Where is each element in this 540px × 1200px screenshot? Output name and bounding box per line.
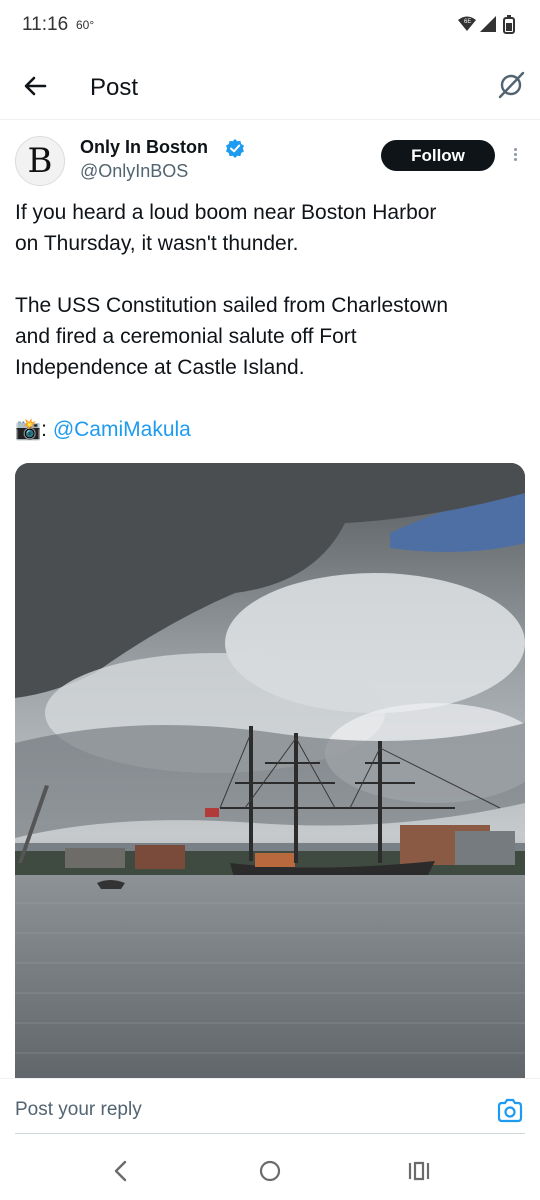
post-photo[interactable] [15, 463, 525, 1083]
reply-divider [15, 1133, 525, 1134]
camera-icon[interactable] [496, 1097, 524, 1125]
post-line: and fired a ceremonial salute off Fort [15, 325, 357, 348]
status-bar: 11:16 60° 6E [0, 0, 540, 50]
photo-credit: 📸: @CamiMakula [15, 414, 525, 445]
top-app-bar: Post [0, 58, 540, 120]
post-line: on Thursday, it wasn't thunder. [15, 232, 299, 255]
photo-image [15, 463, 525, 1083]
chevron-left-icon[interactable] [106, 1156, 136, 1186]
battery-icon [503, 15, 515, 34]
signal-icon [480, 16, 496, 32]
verified-badge-icon [226, 139, 244, 158]
more-options-icon[interactable] [508, 146, 522, 168]
avatar-logo: B [27, 141, 53, 181]
arrow-left-icon[interactable] [18, 68, 54, 104]
avatar[interactable]: B [15, 136, 65, 186]
system-nav-bar [0, 1140, 540, 1200]
wifi-icon: 6E [458, 16, 476, 31]
author-name[interactable]: Only In Boston [80, 137, 208, 158]
camera-flash-emoji: 📸 [15, 418, 42, 441]
credit-mention-link[interactable]: @CamiMakula [53, 418, 191, 441]
status-temperature: 60° [76, 18, 95, 32]
post-line: If you heard a loud boom near Boston Har… [15, 201, 437, 224]
follow-button[interactable]: Follow [381, 140, 495, 171]
post-text: If you heard a loud boom near Boston Har… [15, 197, 525, 445]
page-title: Post [90, 74, 139, 101]
svg-text:6E: 6E [464, 19, 471, 25]
post-line: The USS Constitution sailed from Charles… [15, 294, 449, 317]
status-time: 11:16 [22, 14, 69, 35]
reply-input[interactable]: Post your reply [15, 1099, 142, 1121]
recents-icon[interactable] [404, 1156, 434, 1186]
post-line: Independence at Castle Island. [15, 356, 305, 379]
grok-icon[interactable] [496, 70, 526, 100]
circle-home-icon[interactable] [255, 1156, 285, 1186]
author-handle[interactable]: @OnlyInBOS [80, 161, 188, 182]
credit-separator: : [41, 418, 53, 441]
status-icons: 6E [458, 15, 515, 34]
reply-bar: Post your reply [0, 1078, 540, 1138]
